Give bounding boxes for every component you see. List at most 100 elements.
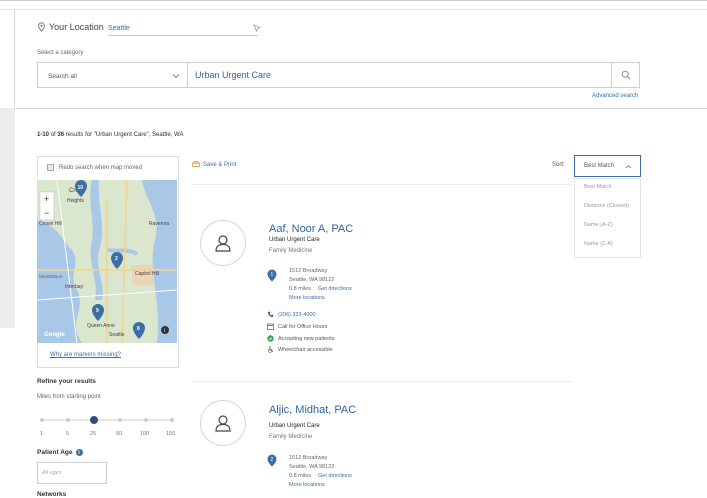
divider (192, 381, 572, 382)
location-marker-icon: 2 (267, 454, 277, 467)
redo-checkbox[interactable] (47, 164, 54, 171)
map-label-crown-hill: Crown Hill (39, 221, 62, 227)
results-suffix: results for (65, 132, 93, 138)
search-button[interactable] (612, 62, 640, 88)
sort-option-best-match[interactable]: Best Match (584, 184, 612, 190)
google-logo: Google (44, 332, 65, 338)
miles-slider-handle[interactable] (90, 416, 98, 424)
redo-label: Redo search when map moved (59, 164, 143, 171)
provider-specialty: Family Medicine (269, 434, 313, 440)
hours-text: Call for Office Hours (278, 323, 328, 330)
provider-name[interactable]: Aaf, Noor A, PAC (269, 223, 353, 235)
zoom-out-button[interactable]: − (44, 208, 49, 218)
map-label-magnolia: MAGNOLIA (39, 274, 63, 279)
results-query: "Urban Urgent Care", Seattle, WA (93, 132, 184, 138)
results-count: 1-10 of 36 results for "Urban Urgent Car… (37, 132, 184, 138)
location-marker-number: 2 (271, 457, 274, 463)
search-icon (621, 70, 630, 80)
map-label-interbay: Interbay (65, 284, 84, 290)
sort-label: Sort: (552, 162, 565, 168)
distance: 0.8 miles (289, 473, 312, 479)
location-input[interactable]: Seattle (108, 20, 258, 36)
accessible-text: Wheelchair accessible (278, 346, 333, 353)
sort-option-name-za[interactable]: Name (Z-A) (584, 241, 613, 247)
map-label-capitol-hill: Capitol Hill (135, 271, 159, 277)
map-marker-9-label: 9 (96, 308, 99, 314)
provider-name[interactable]: Aljic, Midhat, PAC (269, 404, 356, 416)
miles-label: Miles from starting point (37, 394, 101, 400)
location-pin-icon (38, 22, 45, 32)
category-select[interactable]: Search all (37, 62, 187, 88)
networks-label: Networks (37, 491, 67, 498)
get-directions-link[interactable]: Get directions (318, 473, 352, 479)
info-icon[interactable]: i (75, 449, 83, 456)
person-icon (215, 235, 231, 252)
address-line-2: Seattle, WA 98122 (289, 277, 335, 283)
location-label: Your Location (49, 22, 104, 32)
divider (192, 184, 572, 185)
category-selected: Search all (48, 73, 77, 80)
miles-slider[interactable] (40, 414, 180, 426)
search-input[interactable]: Urban Urgent Care (187, 62, 612, 88)
person-icon (215, 415, 231, 432)
left-gutter (0, 108, 15, 328)
address-line-1: 1512 Broadway (289, 455, 328, 461)
locate-arrow-icon[interactable] (253, 24, 261, 32)
location-marker-icon: 1 (267, 269, 277, 282)
map-marker-8-label: 8 (137, 326, 140, 332)
zoom-in-button[interactable]: + (44, 194, 49, 204)
more-locations-link[interactable]: More locations (289, 482, 325, 488)
top-border (0, 0, 707, 10)
refine-title: Refine your results (37, 378, 96, 385)
chevron-up-icon (625, 164, 632, 169)
save-print-label: Save & Print (203, 161, 237, 168)
miles-tick: 100 (140, 431, 150, 437)
results-total: 36 (57, 132, 65, 138)
address-line-2: Seattle, WA 98122 (289, 464, 335, 470)
map-label-heights: Heights (67, 198, 84, 204)
miles-tick: 25 (90, 431, 97, 437)
save-print-link[interactable]: Save & Print (192, 161, 236, 168)
map-svg[interactable]: Cro Heights Crown Hill Ravenna Interbay … (37, 180, 177, 343)
location-row: Your Location (37, 22, 108, 32)
patient-age-text: Patient Age (37, 449, 73, 456)
map-canvas[interactable]: Cro Heights Crown Hill Ravenna Interbay … (37, 180, 177, 343)
calendar-icon (267, 323, 274, 330)
sort-option-name-az[interactable]: Name (A-Z) (584, 222, 613, 228)
redo-search-toggle[interactable]: Redo search when map moved (47, 164, 142, 171)
provider-org: Urban Urgent Care (269, 423, 320, 429)
map-marker-2-label: 2 (115, 256, 118, 262)
provider-specialty: Family Medicine (269, 248, 313, 254)
distance: 0.8 miles (289, 286, 312, 292)
map-label-ravenna: Ravenna (149, 221, 169, 227)
why-markers-missing-link[interactable]: Why are markers missing? (50, 352, 121, 358)
category-label: Select a category (37, 50, 84, 56)
hours-row: Call for Office Hours (267, 323, 327, 330)
miles-tick: 5 (66, 431, 70, 437)
map-label-queen-anne: Queen Anne (87, 323, 115, 329)
sort-selected: Best Match (584, 163, 615, 169)
sort-option-distance[interactable]: Distance (Closest) (584, 203, 629, 209)
map-label-seattle: Seattle (109, 332, 125, 338)
patient-age-input[interactable]: All ages (37, 462, 107, 484)
accepting-row: Accepting new patients (267, 335, 335, 342)
phone-number: (206) 323-4000 (278, 311, 316, 318)
location-marker-number: 1 (271, 272, 274, 278)
get-directions-link[interactable]: Get directions (318, 286, 352, 292)
results-range: 1-10 (37, 132, 50, 138)
map-marker-10-label: 10 (78, 185, 84, 191)
phone-icon (268, 311, 274, 317)
address-line-1: 1512 Broadway (289, 268, 328, 274)
advanced-search-link[interactable]: Advanced search (592, 93, 638, 99)
miles-tick: 50 (116, 431, 123, 437)
accepting-text: Accepting new patients (278, 335, 335, 342)
miles-tick: 1 (40, 431, 44, 437)
provider-avatar (200, 220, 246, 266)
phone-row[interactable]: (206) 323-4000 (267, 311, 316, 318)
printer-icon (192, 161, 200, 167)
check-circle-icon (267, 335, 274, 342)
sort-select[interactable]: Best Match (574, 155, 641, 177)
sort-menu: Best Match Distance (Closest) Name (A-Z)… (574, 178, 641, 258)
results-of: of (50, 132, 56, 138)
more-locations-link[interactable]: More locations (289, 295, 325, 301)
